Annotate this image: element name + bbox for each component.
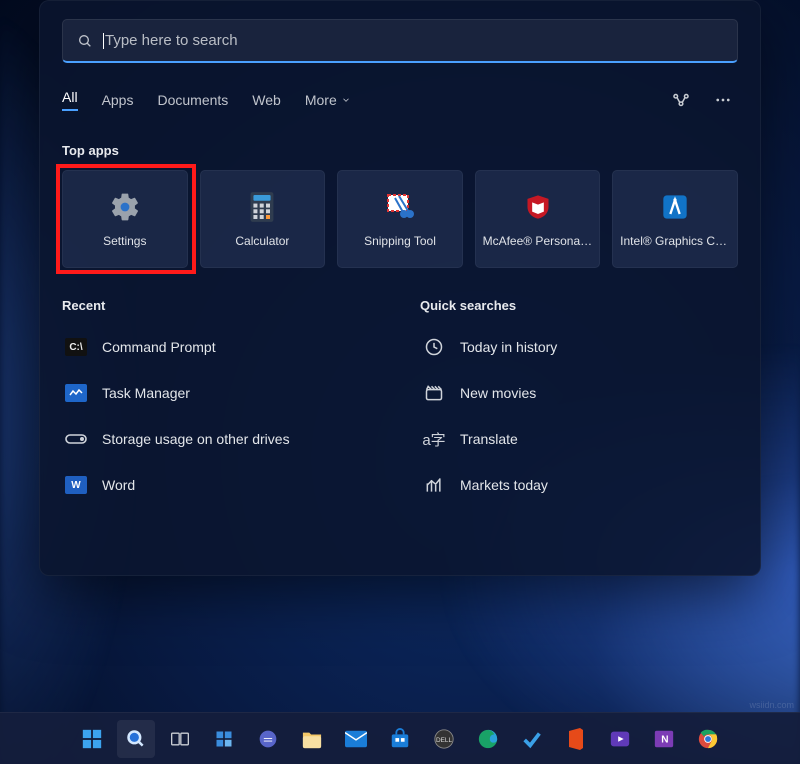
task-manager-icon bbox=[64, 381, 88, 405]
taskbar: DELL N bbox=[0, 712, 800, 764]
watermark: wsiidn.com bbox=[749, 700, 794, 710]
app-tile-settings[interactable]: Settings bbox=[62, 170, 188, 268]
svg-text:DELL: DELL bbox=[436, 736, 452, 743]
app-label: Calculator bbox=[235, 234, 289, 248]
taskbar-todo[interactable] bbox=[513, 720, 551, 758]
search-placeholder: Type here to search bbox=[105, 32, 238, 49]
search-input[interactable]: Type here to search bbox=[103, 32, 723, 49]
tab-more[interactable]: More bbox=[305, 92, 351, 108]
search-icon bbox=[77, 33, 93, 49]
quick-markets[interactable]: Markets today bbox=[420, 465, 738, 505]
tab-more-label: More bbox=[305, 92, 337, 108]
top-apps-heading: Top apps bbox=[62, 143, 738, 158]
app-label: Settings bbox=[103, 234, 146, 248]
quick-new-movies[interactable]: New movies bbox=[420, 373, 738, 413]
tab-documents[interactable]: Documents bbox=[157, 92, 228, 108]
translate-icon: a字 bbox=[422, 427, 446, 451]
taskbar-taskview[interactable] bbox=[161, 720, 199, 758]
taskbar-edge[interactable] bbox=[469, 720, 507, 758]
recent-command-prompt[interactable]: C:\ Command Prompt bbox=[62, 327, 380, 367]
snipping-tool-icon bbox=[383, 190, 417, 224]
mcafee-icon bbox=[521, 190, 555, 224]
taskbar-explorer[interactable] bbox=[293, 720, 331, 758]
recent-storage-usage[interactable]: Storage usage on other drives bbox=[62, 419, 380, 459]
recent-heading: Recent bbox=[62, 298, 380, 313]
quick-searches-heading: Quick searches bbox=[420, 298, 738, 313]
recent-label: Task Manager bbox=[102, 385, 190, 401]
app-tile-snipping[interactable]: Snipping Tool bbox=[337, 170, 463, 268]
taskbar-search[interactable] bbox=[117, 720, 155, 758]
recent-label: Command Prompt bbox=[102, 339, 216, 355]
drive-icon bbox=[64, 427, 88, 451]
quick-label: Translate bbox=[460, 431, 518, 447]
taskbar-store[interactable] bbox=[381, 720, 419, 758]
chart-up-icon bbox=[422, 473, 446, 497]
tab-apps[interactable]: Apps bbox=[102, 92, 134, 108]
quick-label: Today in history bbox=[460, 339, 557, 355]
recent-label: Storage usage on other drives bbox=[102, 431, 290, 447]
app-label: Snipping Tool bbox=[364, 234, 436, 248]
more-options-icon[interactable] bbox=[708, 85, 738, 115]
terminal-icon: C:\ bbox=[64, 335, 88, 359]
gear-icon bbox=[108, 190, 142, 224]
app-tile-mcafee[interactable]: McAfee® Personal... bbox=[475, 170, 601, 268]
intel-graphics-icon bbox=[658, 190, 692, 224]
app-tile-calculator[interactable]: Calculator bbox=[200, 170, 326, 268]
app-tile-intel[interactable]: Intel® Graphics Co... bbox=[612, 170, 738, 268]
taskbar-mail[interactable] bbox=[337, 720, 375, 758]
taskbar-chrome[interactable] bbox=[689, 720, 727, 758]
taskbar-dell[interactable]: DELL bbox=[425, 720, 463, 758]
quick-today-history[interactable]: Today in history bbox=[420, 327, 738, 367]
clock-icon bbox=[422, 335, 446, 359]
taskbar-clipchamp[interactable] bbox=[601, 720, 639, 758]
quick-label: New movies bbox=[460, 385, 536, 401]
taskbar-chat[interactable] bbox=[249, 720, 287, 758]
tab-all[interactable]: All bbox=[62, 89, 78, 111]
chevron-down-icon bbox=[341, 95, 351, 105]
taskbar-start[interactable] bbox=[73, 720, 111, 758]
app-label: Intel® Graphics Co... bbox=[620, 234, 730, 248]
flow-icon[interactable] bbox=[666, 85, 696, 115]
taskbar-office[interactable] bbox=[557, 720, 595, 758]
calculator-icon bbox=[245, 190, 279, 224]
clapper-icon bbox=[422, 381, 446, 405]
top-apps-row: Settings Calculator Snipping Tool McAfee… bbox=[62, 170, 738, 268]
taskbar-widgets[interactable] bbox=[205, 720, 243, 758]
app-label: McAfee® Personal... bbox=[483, 234, 593, 248]
taskbar-onenote[interactable]: N bbox=[645, 720, 683, 758]
recent-label: Word bbox=[102, 477, 135, 493]
search-panel: Type here to search All Apps Documents W… bbox=[39, 0, 761, 576]
recent-word[interactable]: W Word bbox=[62, 465, 380, 505]
svg-text:N: N bbox=[661, 734, 668, 745]
filter-tabs: All Apps Documents Web More bbox=[62, 85, 738, 115]
word-icon: W bbox=[64, 473, 88, 497]
quick-label: Markets today bbox=[460, 477, 548, 493]
search-box[interactable]: Type here to search bbox=[62, 19, 738, 63]
quick-translate[interactable]: a字 Translate bbox=[420, 419, 738, 459]
tab-web[interactable]: Web bbox=[252, 92, 281, 108]
recent-task-manager[interactable]: Task Manager bbox=[62, 373, 380, 413]
